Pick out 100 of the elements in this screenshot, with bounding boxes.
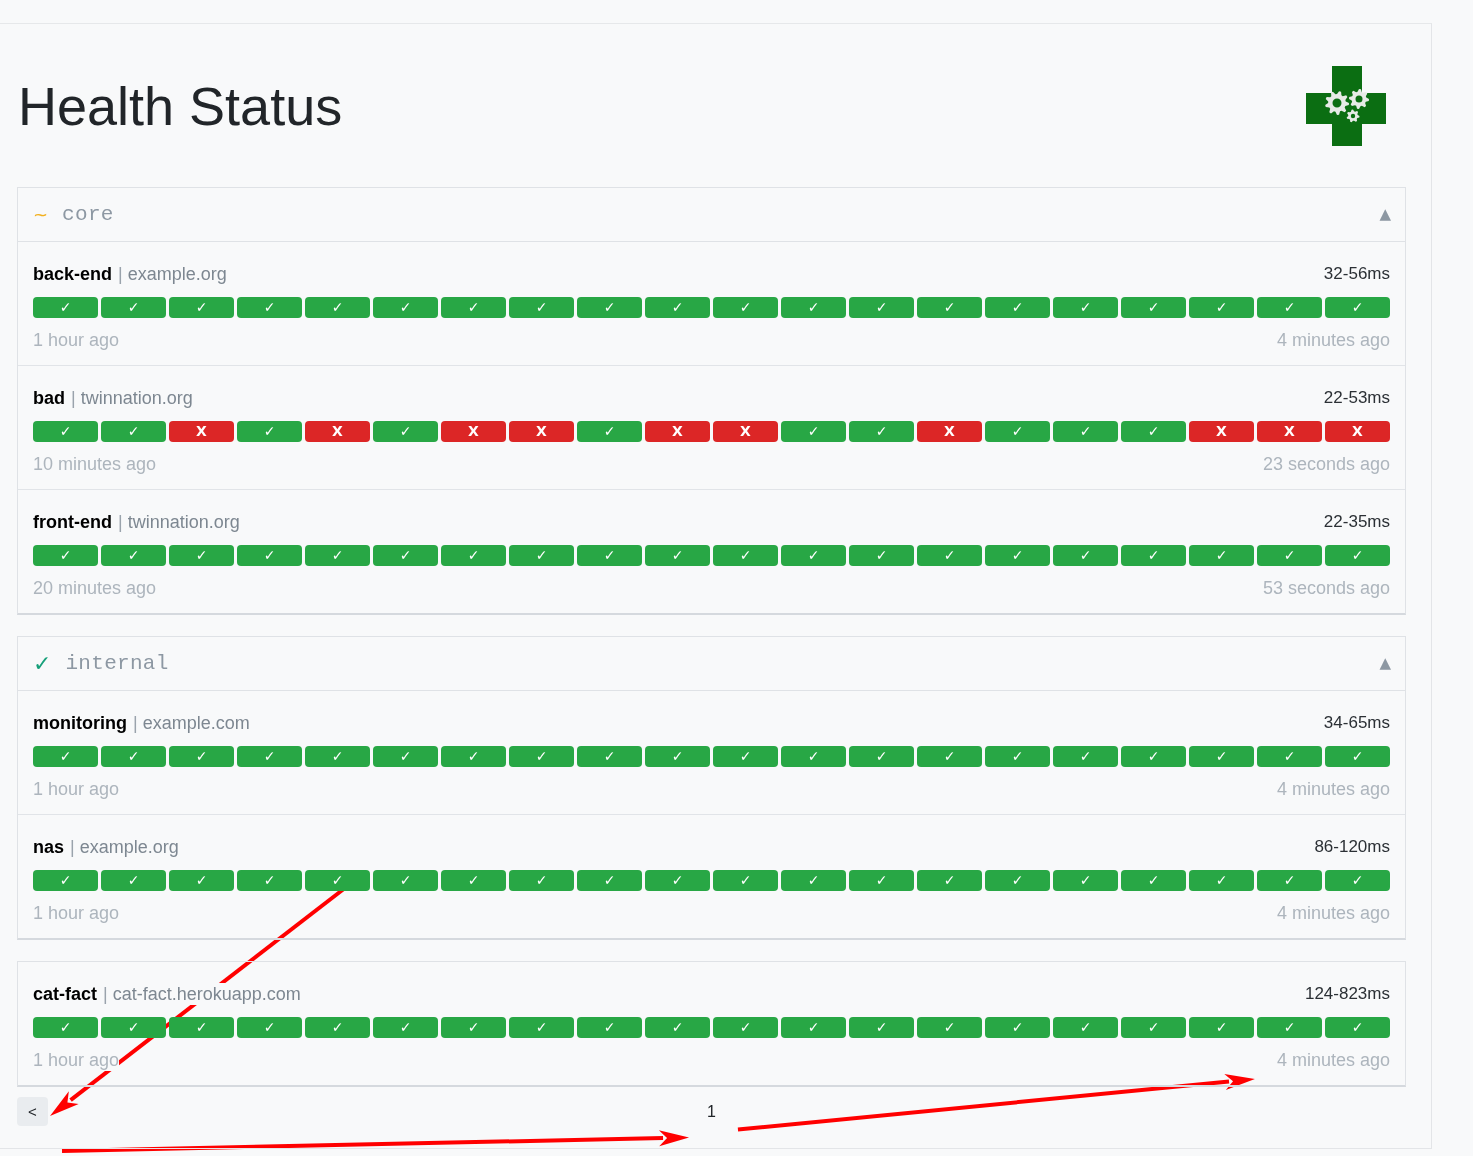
check-result: ✓	[645, 870, 710, 891]
check-result: ✓	[577, 1017, 642, 1038]
check-result: ✓	[1189, 297, 1254, 318]
check-result: ✓	[1257, 746, 1322, 767]
check-result: ✓	[1121, 545, 1186, 566]
check-result: ✓	[441, 545, 506, 566]
check-result: ✓	[1325, 545, 1390, 566]
check-result: X	[645, 421, 710, 442]
collapse-toggle[interactable]: ▲	[1379, 207, 1391, 222]
check-result: ✓	[33, 1017, 98, 1038]
check-result: ✓	[441, 1017, 506, 1038]
check-result: ✓	[1121, 421, 1186, 442]
check-result: ✓	[1189, 1017, 1254, 1038]
check-result: ✓	[101, 870, 166, 891]
cross-gears-icon	[1306, 66, 1386, 146]
check-result: ✓	[985, 297, 1050, 318]
check-result: ✓	[33, 545, 98, 566]
check-result: X	[441, 421, 506, 442]
check-result: ✓	[1053, 746, 1118, 767]
previous-page-button[interactable]: <	[17, 1097, 48, 1126]
check-result: ✓	[781, 545, 846, 566]
check-result: ✓	[1121, 746, 1186, 767]
check-result: ✓	[305, 746, 370, 767]
check-result: ✓	[237, 297, 302, 318]
check-result: ✓	[237, 545, 302, 566]
check-result: ✓	[101, 421, 166, 442]
check-result: ✓	[169, 545, 234, 566]
check-result: X	[1325, 421, 1390, 442]
check-result: X	[713, 421, 778, 442]
check-result: ✓	[1121, 297, 1186, 318]
check-result: ✓	[373, 545, 438, 566]
check-result: ✓	[713, 545, 778, 566]
check-result: ✓	[1053, 545, 1118, 566]
check-result: ✓	[33, 746, 98, 767]
check-result: X	[1189, 421, 1254, 442]
check-result: ✓	[577, 297, 642, 318]
check-result: ✓	[373, 746, 438, 767]
check-result: ✓	[1189, 545, 1254, 566]
check-result: ✓	[373, 1017, 438, 1038]
check-result: ✓	[985, 545, 1050, 566]
check-result: ✓	[849, 1017, 914, 1038]
check-result: ✓	[1325, 870, 1390, 891]
page-title: Health Status	[17, 79, 343, 133]
check-result: ✓	[305, 297, 370, 318]
check-result: ✓	[849, 421, 914, 442]
check-result: ✓	[1257, 297, 1322, 318]
check-result: ✓	[849, 746, 914, 767]
check-result: ✓	[713, 297, 778, 318]
check-result: ✓	[101, 746, 166, 767]
check-result: ✓	[169, 746, 234, 767]
check-result: ✓	[1053, 870, 1118, 891]
check-result: ✓	[645, 297, 710, 318]
check-result: ✓	[33, 421, 98, 442]
check-result: ✓	[917, 545, 982, 566]
check-result: ✓	[713, 870, 778, 891]
check-result: X	[509, 421, 574, 442]
check-result: ✓	[1325, 746, 1390, 767]
check-result: ✓	[441, 297, 506, 318]
check-result: ✓	[509, 297, 574, 318]
check-result: ✓	[645, 746, 710, 767]
check-result: ✓	[917, 746, 982, 767]
check-result: ✓	[1189, 746, 1254, 767]
group-name: internal	[65, 650, 169, 677]
check-result: ✓	[509, 545, 574, 566]
check-result: ✓	[169, 870, 234, 891]
check-result: ✓	[237, 1017, 302, 1038]
check-result: ✓	[373, 870, 438, 891]
check-result: ✓	[781, 746, 846, 767]
check-result: ✓	[101, 297, 166, 318]
group-name: core	[62, 201, 114, 228]
check-result: ✓	[1121, 870, 1186, 891]
check-result: ✓	[33, 870, 98, 891]
group-status-icon: ✓	[33, 652, 52, 675]
check-result: ✓	[577, 870, 642, 891]
check-result: ✓	[1053, 421, 1118, 442]
check-result: ✓	[1257, 545, 1322, 566]
check-result: ✓	[1053, 1017, 1118, 1038]
check-result: ✓	[509, 746, 574, 767]
check-result: ✓	[985, 1017, 1050, 1038]
check-result: ✓	[577, 746, 642, 767]
service-domain: cat-fact.herokuapp.com	[112, 983, 301, 1005]
check-result: ✓	[781, 1017, 846, 1038]
check-result: X	[169, 421, 234, 442]
check-result: ✓	[1257, 1017, 1322, 1038]
check-result: ✓	[645, 1017, 710, 1038]
check-result: ✓	[917, 870, 982, 891]
check-result: ✓	[917, 1017, 982, 1038]
check-result: ✓	[849, 545, 914, 566]
collapse-toggle[interactable]: ▲	[1379, 656, 1391, 671]
check-result: ✓	[373, 421, 438, 442]
check-result: ✓	[1053, 297, 1118, 318]
check-result: ✓	[1189, 870, 1254, 891]
check-result: ✓	[985, 746, 1050, 767]
check-result: ✓	[305, 1017, 370, 1038]
check-result: ✓	[781, 421, 846, 442]
check-result: X	[1257, 421, 1322, 442]
check-result: ✓	[169, 1017, 234, 1038]
check-result: ✓	[373, 297, 438, 318]
check-result: ✓	[1257, 870, 1322, 891]
check-result: ✓	[237, 746, 302, 767]
